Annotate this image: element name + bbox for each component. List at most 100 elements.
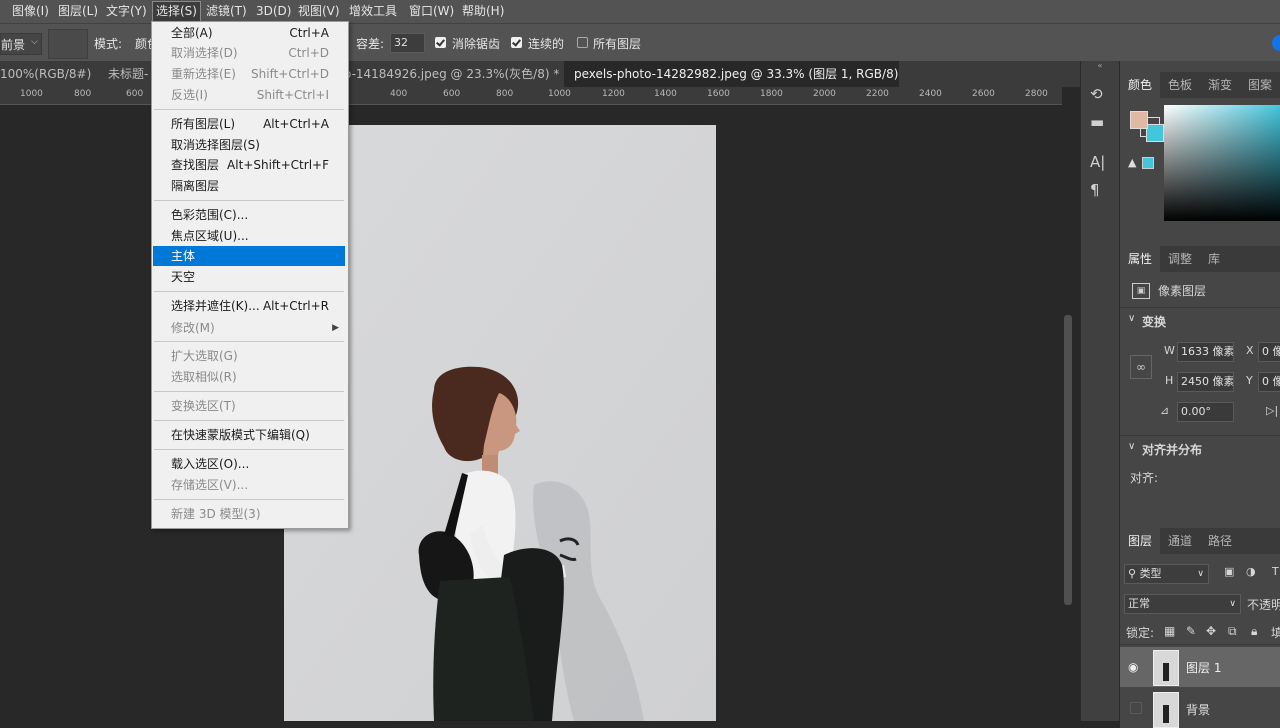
image-filter-icon[interactable]: ▣ xyxy=(1224,565,1234,578)
menu-item-focus-area[interactable]: 焦点区域(U)... xyxy=(153,226,345,246)
share-button[interactable] xyxy=(1272,35,1280,51)
tab-swatches[interactable]: 色板 xyxy=(1168,72,1192,98)
tab-properties[interactable]: 属性 xyxy=(1120,246,1161,272)
menu-item-label: 全部(A) xyxy=(171,26,213,40)
pattern-swatch[interactable] xyxy=(48,29,88,59)
menu-item-new-3d-model[interactable]: 新建 3D 模型(3) xyxy=(153,504,345,524)
menu-item-save-selection[interactable]: 存储选区(V)... xyxy=(153,475,345,495)
menu-view[interactable]: 视图(V) xyxy=(298,3,340,20)
menu-item-all-layers[interactable]: 所有图层(L) Alt+Ctrl+A xyxy=(153,114,345,134)
tab-doc-1[interactable]: 100%(RGB/8#) × xyxy=(0,61,100,87)
menubar: 图像(I) 图层(L) 文字(Y) 选择(S) 滤镜(T) 3D(D) 视图(V… xyxy=(0,0,1280,23)
type-filter-icon[interactable]: T xyxy=(1272,565,1279,578)
contiguous-checkbox[interactable] xyxy=(511,37,522,48)
align-title: 对齐并分布 xyxy=(1142,443,1203,457)
vertical-scrollbar[interactable] xyxy=(1064,315,1072,605)
right-panels: 颜色 色板 渐变 图案 ▲ 属性 调整 库 ▣ 像素图层 ∨ 变换 ∞ W 16… xyxy=(1119,61,1280,728)
tab-layers[interactable]: 图层 xyxy=(1120,528,1161,554)
tab-channels[interactable]: 通道 xyxy=(1168,528,1192,554)
foreground-color-swatch[interactable] xyxy=(1130,111,1148,129)
tolerance-input[interactable]: 32 xyxy=(390,33,425,53)
menu-filter[interactable]: 滤镜(T) xyxy=(206,3,247,20)
menu-window[interactable]: 窗口(W) xyxy=(409,3,454,20)
y-field[interactable]: 0 像 xyxy=(1258,372,1280,392)
menu-item-sky[interactable]: 天空 xyxy=(153,267,345,287)
character-icon[interactable]: A| xyxy=(1090,153,1105,171)
tab-libraries[interactable]: 库 xyxy=(1208,246,1220,272)
collapse-icon[interactable]: « xyxy=(1081,61,1119,71)
lock-image-icon[interactable]: ✎ xyxy=(1186,624,1196,638)
tab-color[interactable]: 颜色 xyxy=(1120,72,1161,98)
menu-type[interactable]: 文字(Y) xyxy=(106,3,147,20)
history-icon[interactable]: ⟲ xyxy=(1090,85,1103,103)
height-field[interactable]: 2450 像素 xyxy=(1177,372,1234,392)
lock-transparent-icon[interactable]: ▦ xyxy=(1164,624,1175,638)
menu-item-transform-selection[interactable]: 变换选区(T) xyxy=(153,396,345,416)
eye-icon[interactable]: ◉ xyxy=(1128,660,1138,674)
flip-icon[interactable]: ▷| xyxy=(1266,404,1278,417)
close-icon[interactable]: × xyxy=(99,67,100,81)
menu-plugins[interactable]: 增效工具 xyxy=(349,3,397,20)
menu-select[interactable]: 选择(S) xyxy=(152,1,201,22)
menu-item-isolate-layers[interactable]: 隔离图层 xyxy=(153,176,345,196)
menu-item-reselect[interactable]: 重新选择(E) Shift+Ctrl+D xyxy=(153,64,345,84)
menu-item-label: 所有图层(L) xyxy=(171,117,236,131)
tab-gradients[interactable]: 渐变 xyxy=(1208,72,1232,98)
layer-filter-value: 类型 xyxy=(1139,567,1162,580)
tab-doc-2[interactable]: 未标题- xyxy=(108,61,152,87)
all-layers-checkbox[interactable] xyxy=(577,37,588,48)
layer-name[interactable]: 背景 xyxy=(1186,701,1210,718)
preset-dropdown[interactable]: 前景 ⌵ xyxy=(0,33,42,55)
chevron-down-icon[interactable]: ∨ xyxy=(1128,313,1135,324)
tab-adjustments[interactable]: 调整 xyxy=(1168,246,1192,272)
x-field[interactable]: 0 像 xyxy=(1258,342,1280,362)
color-picker-field[interactable] xyxy=(1164,105,1280,221)
menu-item-all[interactable]: 全部(A) Ctrl+A xyxy=(153,23,345,43)
link-icon[interactable]: ∞ xyxy=(1130,355,1152,379)
lock-artboard-icon[interactable]: ⧉ xyxy=(1228,624,1237,639)
menu-item-modify[interactable]: 修改(M) ▶ xyxy=(153,318,345,338)
menu-item-deselect[interactable]: 取消选择(D) Ctrl+D xyxy=(153,43,345,63)
menu-item-deselect-layers[interactable]: 取消选择图层(S) xyxy=(153,135,345,155)
menu-3d[interactable]: 3D(D) xyxy=(256,3,291,20)
tab-patterns[interactable]: 图案 xyxy=(1248,72,1272,98)
menu-layer[interactable]: 图层(L) xyxy=(58,3,98,20)
visibility-toggle[interactable] xyxy=(1130,702,1142,714)
warning-icon[interactable]: ▲ xyxy=(1128,156,1136,169)
menu-item-grow[interactable]: 扩大选取(G) xyxy=(153,346,345,366)
menu-item-similar[interactable]: 选取相似(R) xyxy=(153,367,345,387)
menu-item-quick-mask[interactable]: 在快速蒙版模式下编辑(Q) xyxy=(153,425,345,445)
tab-doc-active[interactable]: pexels-photo-14282982.jpeg @ 33.3% (图层 1… xyxy=(564,61,899,87)
x-label: X xyxy=(1246,344,1254,357)
menu-item-color-range[interactable]: 色彩范围(C)... xyxy=(153,205,345,225)
tab-doc-3[interactable]: o-14184926.jpeg @ 23.3%(灰色/8) *× xyxy=(344,61,562,87)
menu-item-subject[interactable]: 主体 xyxy=(153,246,345,266)
lock-all-icon[interactable]: 🔒︎ xyxy=(1251,624,1257,639)
menu-item-find-layers[interactable]: 查找图层 Alt+Shift+Ctrl+F xyxy=(153,155,345,175)
angle-icon: ⊿ xyxy=(1160,404,1170,417)
menu-item-label: 查找图层 xyxy=(171,158,220,172)
menu-help[interactable]: 帮助(H) xyxy=(462,3,504,20)
menu-image[interactable]: 图像(I) xyxy=(12,3,49,20)
chevron-down-icon[interactable]: ∨ xyxy=(1128,441,1135,452)
width-field[interactable]: 1633 像素 xyxy=(1177,342,1234,362)
antialias-checkbox[interactable] xyxy=(435,37,446,48)
layer-filter-dropdown[interactable]: ⚲ 类型 ∨ xyxy=(1124,564,1209,584)
lock-position-icon[interactable]: ✥ xyxy=(1206,624,1216,638)
menu-item-select-and-mask[interactable]: 选择并遮住(K)... Alt+Ctrl+R xyxy=(153,296,345,316)
layer-row-2[interactable]: 背景 xyxy=(1120,688,1280,728)
layer-name[interactable]: 图层 1 xyxy=(1186,659,1221,676)
layer-row-1[interactable]: ◉ 图层 1 xyxy=(1120,647,1280,687)
ruler-label: 600 xyxy=(443,89,461,99)
blend-mode-dropdown[interactable]: 正常 ∨ xyxy=(1124,594,1241,614)
paragraph-icon[interactable]: ¶ xyxy=(1090,181,1100,199)
pixel-layer-icon: ▣ xyxy=(1132,283,1150,299)
angle-field[interactable]: 0.00° xyxy=(1177,402,1234,422)
adjustment-filter-icon[interactable]: ◑ xyxy=(1246,565,1256,578)
menu-item-inverse[interactable]: 反选(I) Shift+Ctrl+I xyxy=(153,85,345,105)
web-color-swatch[interactable] xyxy=(1142,157,1154,169)
menu-item-load-selection[interactable]: 载入选区(O)... xyxy=(153,454,345,474)
comments-icon[interactable]: ▬ xyxy=(1090,113,1104,131)
tab-paths[interactable]: 路径 xyxy=(1208,528,1232,554)
ruler-label: 2600 xyxy=(972,89,995,99)
